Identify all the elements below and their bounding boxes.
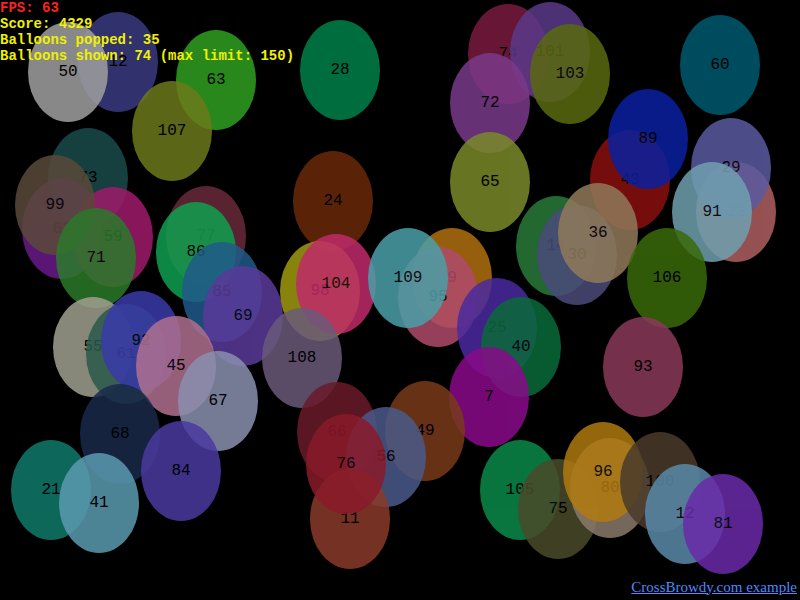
balloon-number: 60	[710, 53, 729, 77]
balloon-number: 99	[45, 193, 64, 217]
hud-line: Score: 4329	[0, 16, 294, 32]
balloon-number: 72	[480, 91, 499, 115]
balloon[interactable]: 28	[300, 20, 380, 120]
balloon[interactable]: 76	[306, 414, 386, 514]
balloon-number: 41	[89, 491, 108, 515]
balloon-number: 76	[336, 452, 355, 476]
balloon-number: 108	[288, 346, 317, 370]
balloon-number: 21	[41, 478, 60, 502]
balloon-number: 104	[322, 272, 351, 296]
balloon-number: 7	[484, 385, 494, 409]
balloon[interactable]: 89	[608, 89, 688, 189]
balloon-number: 107	[158, 119, 187, 143]
balloon[interactable]: 107	[132, 81, 212, 181]
balloon-number: 106	[653, 266, 682, 290]
balloon-number: 109	[394, 266, 423, 290]
balloon-number: 103	[556, 62, 585, 86]
balloon-number: 93	[633, 355, 652, 379]
balloon[interactable]: 93	[603, 317, 683, 417]
balloon[interactable]: 36	[558, 183, 638, 283]
balloon[interactable]: 71	[56, 208, 136, 308]
balloon-number: 65	[480, 170, 499, 194]
footer-link[interactable]: CrossBrowdy.com example	[631, 576, 797, 599]
balloon[interactable]: 109	[368, 228, 448, 328]
balloon-number: 81	[713, 512, 732, 536]
hud-line: Balloons shown: 74 (max limit: 150)	[0, 48, 294, 64]
balloon-number: 24	[323, 189, 342, 213]
balloon-number: 89	[638, 127, 657, 151]
balloon-number: 84	[171, 459, 190, 483]
hud: FPS: 63Score: 4329Balloons popped: 35Bal…	[0, 0, 294, 64]
balloon[interactable]: 81	[683, 474, 763, 574]
balloon-number: 36	[588, 221, 607, 245]
balloon-number: 68	[110, 422, 129, 446]
balloon-number: 40	[511, 335, 530, 359]
game-canvas[interactable]: 1250632810774101103726043892329916524736…	[0, 0, 800, 600]
balloon-number: 75	[548, 497, 567, 521]
balloon-number: 71	[86, 246, 105, 270]
balloon-number: 28	[330, 58, 349, 82]
balloon[interactable]: 103	[530, 24, 610, 124]
balloon[interactable]: 41	[59, 453, 139, 553]
balloon[interactable]: 60	[680, 15, 760, 115]
balloon-number: 96	[593, 460, 612, 484]
balloon[interactable]: 84	[141, 421, 221, 521]
balloon-number: 91	[702, 200, 721, 224]
balloon[interactable]: 106	[627, 228, 707, 328]
balloon-number: 63	[206, 68, 225, 92]
hud-line: Balloons popped: 35	[0, 32, 294, 48]
balloon-number: 67	[208, 389, 227, 413]
balloon-number: 69	[233, 304, 252, 328]
hud-line: FPS: 63	[0, 0, 294, 16]
balloon[interactable]: 65	[450, 132, 530, 232]
